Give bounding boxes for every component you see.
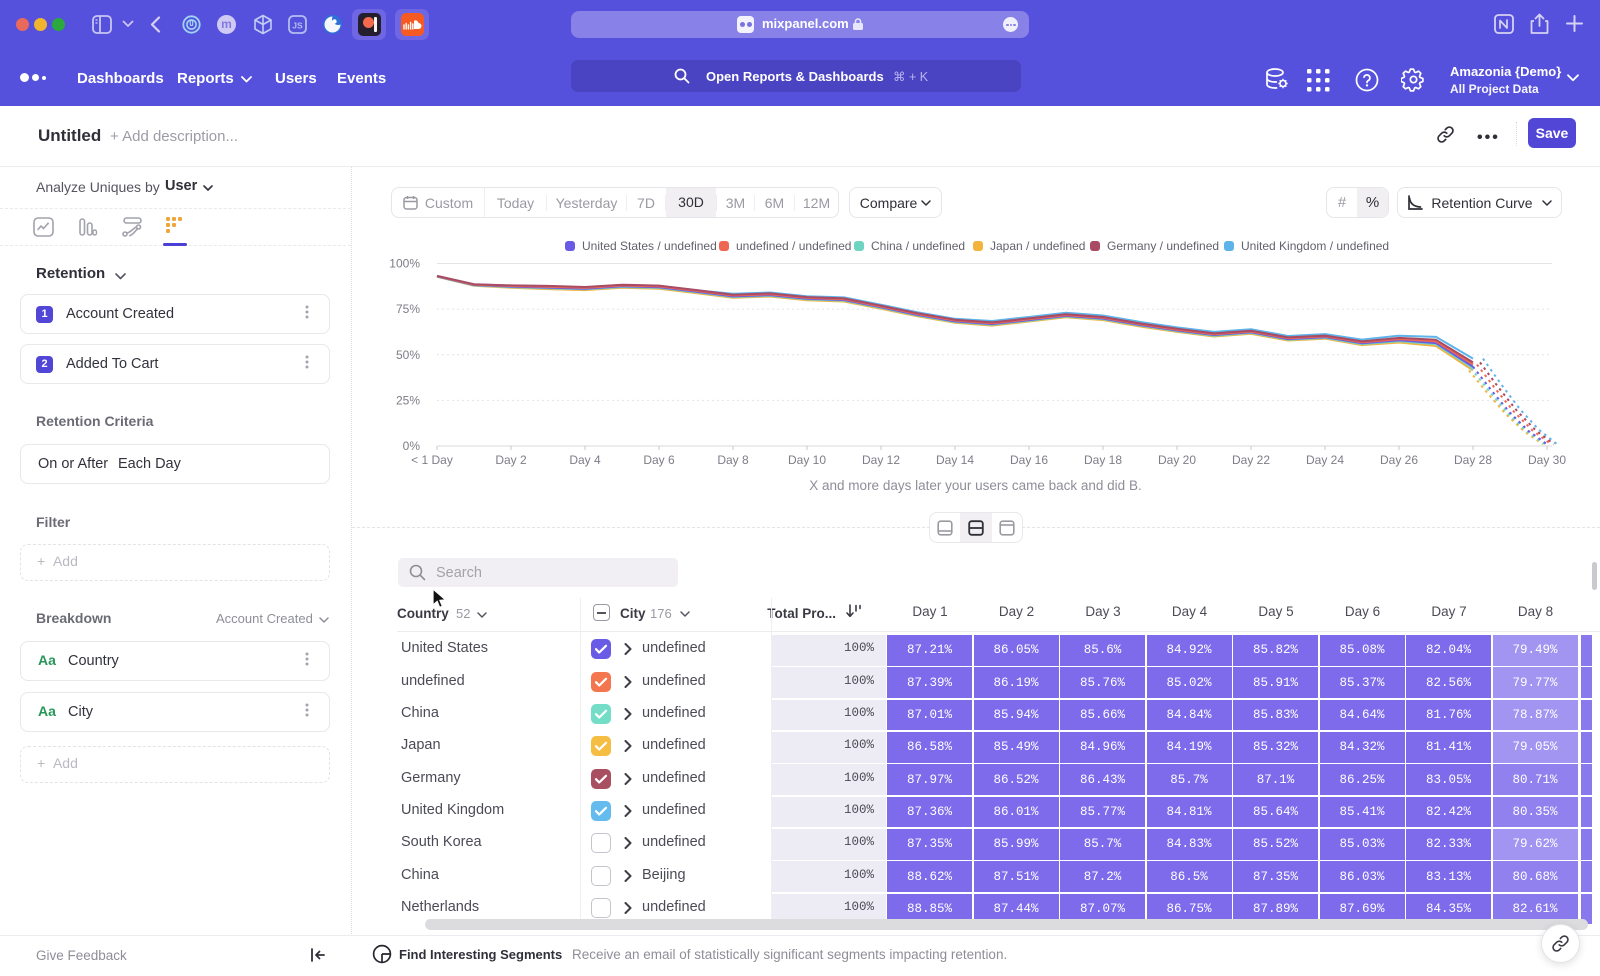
svg-text:100%: 100% [389, 257, 420, 271]
svg-text:Day 24: Day 24 [1306, 453, 1344, 467]
svg-text:Day 12: Day 12 [862, 453, 900, 467]
svg-text:0%: 0% [403, 439, 421, 453]
svg-text:Day 22: Day 22 [1232, 453, 1270, 467]
svg-text:75%: 75% [396, 302, 420, 316]
svg-text:< 1 Day: < 1 Day [411, 453, 453, 467]
svg-text:Day 2: Day 2 [495, 453, 527, 467]
svg-text:Day 16: Day 16 [1010, 453, 1048, 467]
svg-text:Day 18: Day 18 [1084, 453, 1122, 467]
svg-text:Day 4: Day 4 [569, 453, 601, 467]
svg-text:Day 14: Day 14 [936, 453, 974, 467]
svg-text:Day 6: Day 6 [643, 453, 675, 467]
svg-text:50%: 50% [396, 348, 420, 362]
svg-text:JS: JS [292, 20, 303, 30]
svg-text:Day 30: Day 30 [1528, 453, 1566, 467]
svg-text:Day 8: Day 8 [717, 453, 749, 467]
svg-text:Day 28: Day 28 [1454, 453, 1492, 467]
svg-text:Day 26: Day 26 [1380, 453, 1418, 467]
svg-text:Day 20: Day 20 [1158, 453, 1196, 467]
svg-text:25%: 25% [396, 393, 420, 407]
svg-text:Day 10: Day 10 [788, 453, 826, 467]
